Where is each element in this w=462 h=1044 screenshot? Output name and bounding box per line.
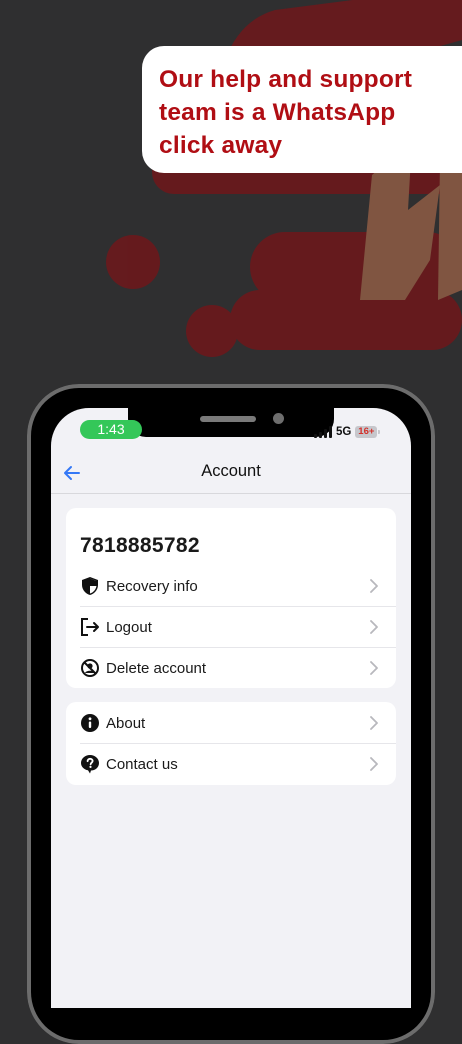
logout-label: Logout: [106, 618, 152, 636]
network-type: 5G: [336, 426, 352, 438]
contact-us-row[interactable]: Contact us: [80, 744, 396, 784]
about-label: About: [106, 714, 146, 732]
phone-notch: [128, 408, 334, 437]
delete-account-label: Delete account: [106, 659, 207, 677]
delete-account-icon: [80, 658, 100, 678]
recovery-info-label: Recovery info: [106, 577, 198, 595]
chevron-right-icon: [370, 716, 378, 730]
account-phone-number: 7818885782: [80, 534, 200, 557]
phone-speaker: [200, 416, 256, 422]
help-icon: [80, 754, 100, 774]
chevron-right-icon: [370, 757, 378, 771]
contact-us-label: Contact us: [106, 755, 178, 773]
promo-bubble: Our help and support team is a WhatsApp …: [142, 46, 462, 173]
info-icon: [80, 713, 100, 733]
signal-icon: [314, 426, 332, 438]
promo-headline: Our help and support team is a WhatsApp …: [159, 66, 413, 159]
page-title: Account: [201, 462, 261, 480]
logout-icon: [80, 617, 100, 637]
chevron-right-icon: [370, 661, 378, 675]
chevron-right-icon: [370, 579, 378, 593]
status-time: 1:43: [80, 420, 142, 439]
battery-icon: 16+: [355, 426, 381, 438]
phone-camera: [273, 413, 284, 424]
status-indicators: 5G 16+: [314, 424, 381, 440]
chevron-right-icon: [370, 620, 378, 634]
about-row[interactable]: About: [80, 703, 396, 743]
logout-row[interactable]: Logout: [80, 607, 396, 647]
shield-icon: [80, 576, 100, 596]
recovery-info-row[interactable]: Recovery info: [80, 566, 396, 606]
delete-account-row[interactable]: Delete account: [80, 648, 396, 688]
